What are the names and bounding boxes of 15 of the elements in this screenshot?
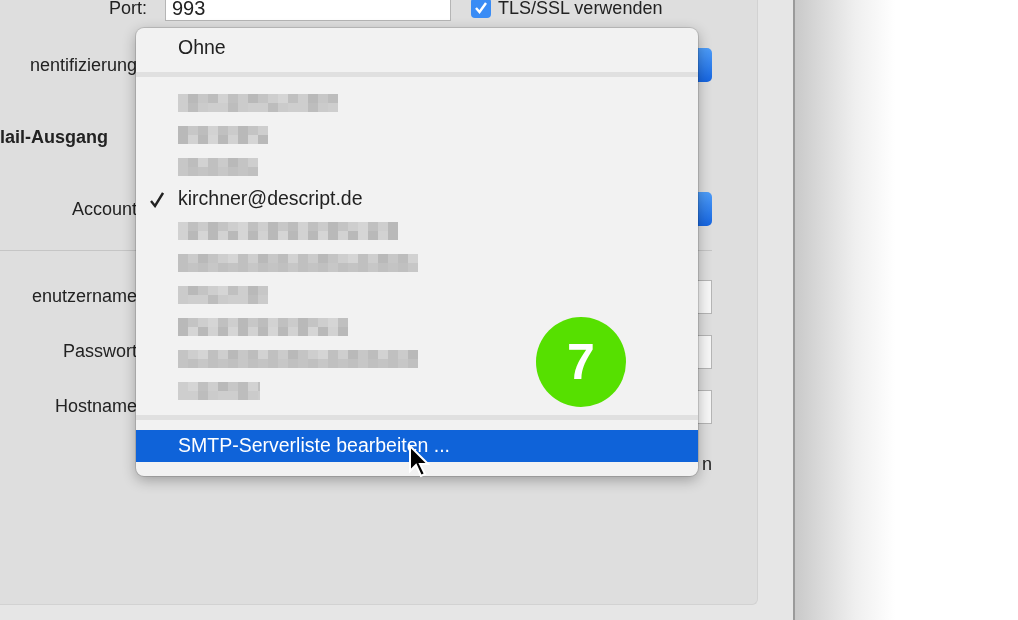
field-label: Hostname: [53, 395, 137, 418]
menu-item[interactable]: Ohne: [136, 32, 698, 64]
field-label: Port:: [108, 0, 147, 20]
field-label: nentifizierung: [28, 53, 137, 77]
tls-checkbox[interactable]: [471, 0, 491, 18]
checkbox-label: TLS/SSL verwenden: [498, 0, 663, 20]
menu-item[interactable]: SMTP-Serverliste bearbeiten ...: [136, 430, 698, 462]
field-label: Passwort: [61, 340, 137, 363]
checkmark-icon: [150, 192, 164, 209]
menu-item[interactable]: kirchner@descript.de: [136, 183, 698, 215]
port-field[interactable]: 993: [165, 0, 451, 21]
section-heading: lail-Ausgang: [0, 125, 109, 149]
field-label: Account: [70, 197, 137, 221]
option-label: n: [702, 452, 712, 476]
field-label: enutzername: [30, 285, 137, 308]
